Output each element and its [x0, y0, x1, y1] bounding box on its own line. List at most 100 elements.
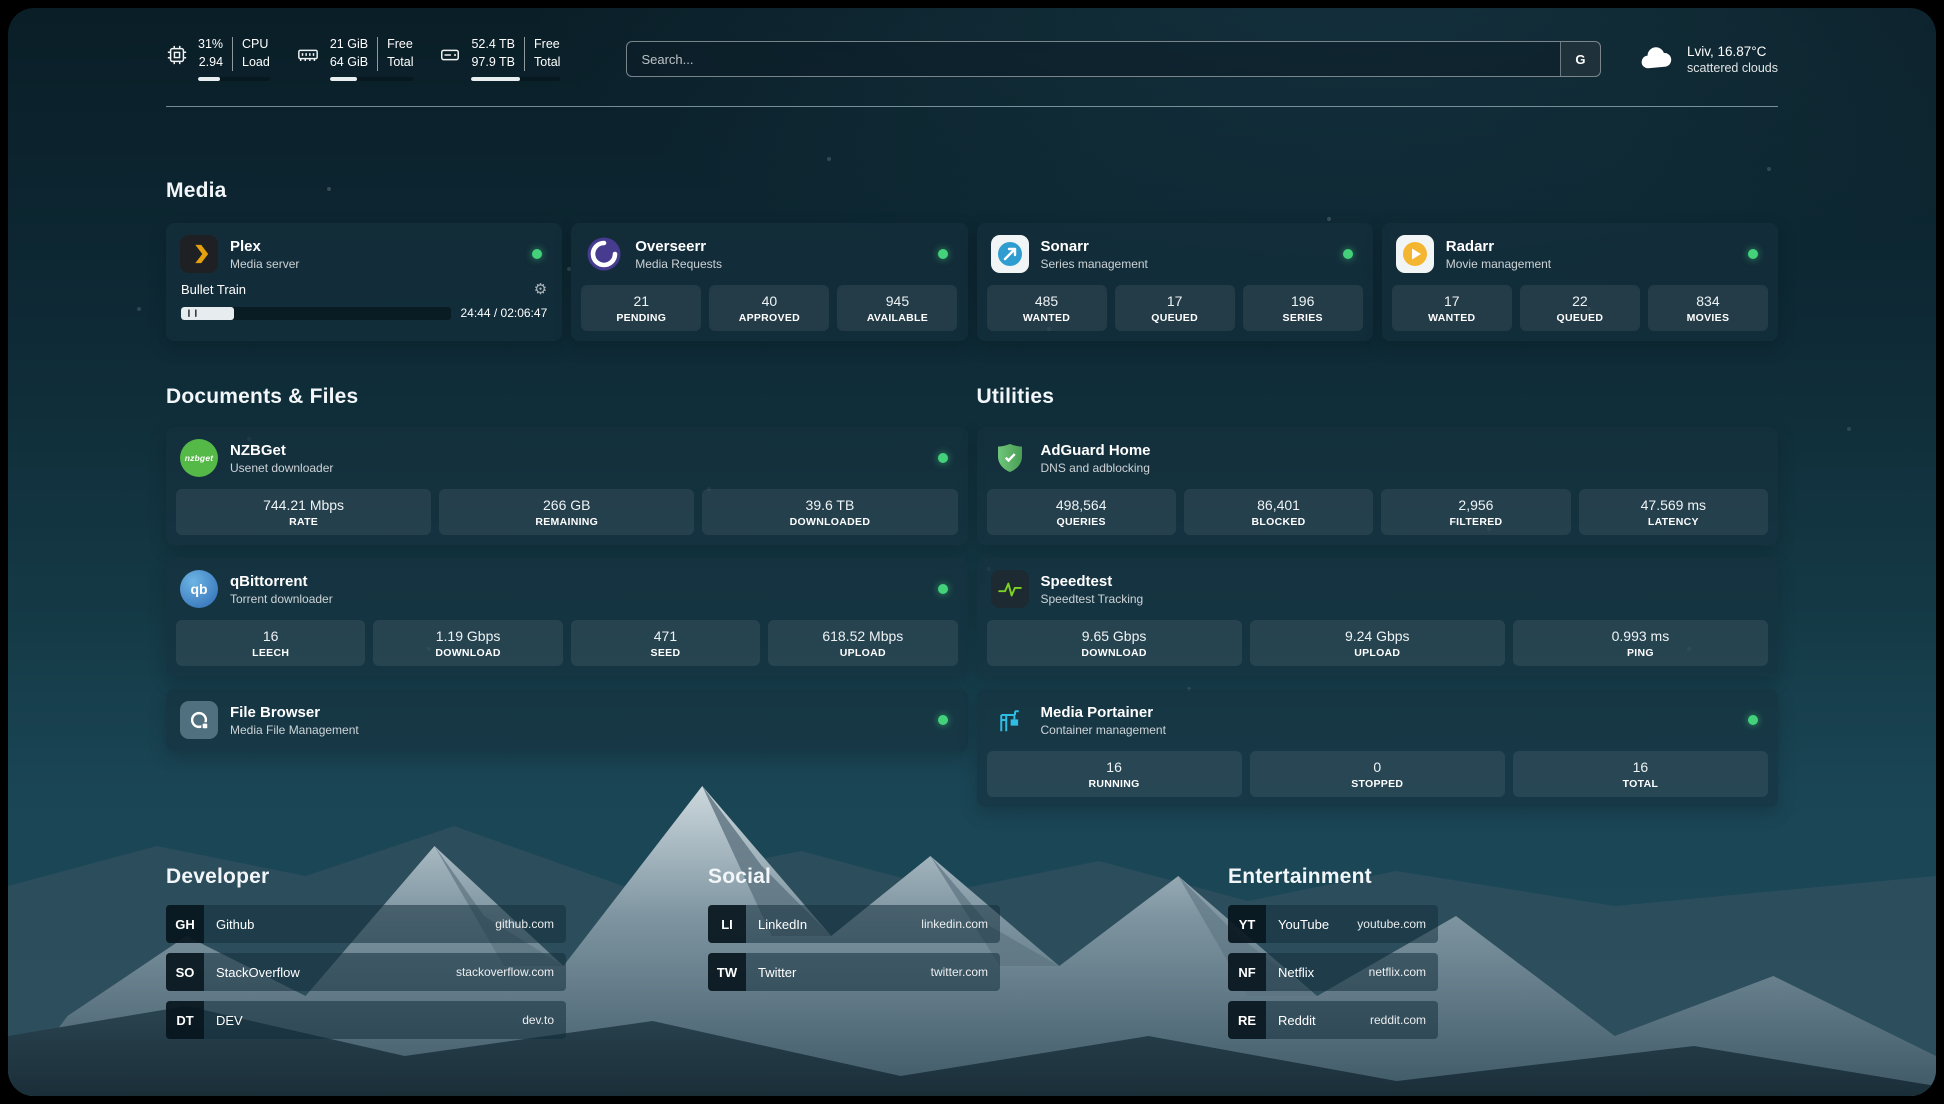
filebrowser-icon	[180, 701, 218, 739]
stat-queued: 17 QUEUED	[1115, 285, 1235, 331]
app-title: NZBGet	[230, 442, 333, 459]
bookmark-linkedin[interactable]: LI LinkedIn linkedin.com	[708, 905, 1000, 943]
bookmark-reddit[interactable]: RE Reddit reddit.com	[1228, 1001, 1438, 1039]
stat-queued: 22 QUEUED	[1520, 285, 1640, 331]
qbittorrent-card[interactable]: qb qBittorrent Torrent downloader 16	[166, 558, 968, 676]
stat-stopped: 0 STOPPED	[1250, 751, 1505, 797]
media-heading: Media	[166, 179, 1778, 203]
speedtest-card[interactable]: Speedtest Speedtest Tracking 9.65 Gbps D…	[977, 558, 1779, 676]
linkedin-icon: LI	[708, 905, 746, 943]
app-subtitle: Usenet downloader	[230, 461, 333, 475]
cloud-icon	[1639, 43, 1675, 76]
ram-icon	[296, 44, 320, 71]
stat-leech: 16 LEECH	[176, 620, 365, 666]
card-header: Overseerr Media Requests	[581, 233, 957, 275]
app-title: Plex	[230, 238, 299, 255]
cpu-widget: 31% 2.94 CPU Load	[166, 37, 270, 80]
app-subtitle: Torrent downloader	[230, 592, 333, 606]
stat-total: 16 TOTAL	[1513, 751, 1768, 797]
now-playing-title: Bullet Train	[181, 282, 246, 297]
stat-upload: 618.52 Mbps UPLOAD	[768, 620, 957, 666]
app-subtitle: Container management	[1041, 723, 1166, 737]
stat-remaining: 266 GB REMAINING	[439, 489, 694, 535]
app-subtitle: Media server	[230, 257, 299, 271]
card-header: Plex Media server	[176, 233, 552, 275]
twitter-icon: TW	[708, 953, 746, 991]
weather-location: Lviv, 16.87°C	[1687, 44, 1778, 59]
disk-widget: 52.4 TB 97.9 TB Free Total	[439, 37, 560, 80]
ram-progress-track	[330, 77, 414, 81]
dashboard-screen: 31% 2.94 CPU Load	[8, 8, 1936, 1096]
utilities-heading: Utilities	[977, 385, 1779, 409]
portainer-icon	[991, 701, 1029, 739]
search-input[interactable]	[627, 52, 1560, 67]
documents-heading: Documents & Files	[166, 385, 968, 409]
stat-available: 945 AVAILABLE	[837, 285, 957, 331]
stat-download: 9.65 Gbps DOWNLOAD	[987, 620, 1242, 666]
adguard-icon	[991, 439, 1029, 477]
bookmark-netflix[interactable]: NF Netflix netflix.com	[1228, 953, 1438, 991]
developer-heading: Developer	[166, 865, 566, 889]
app-title: Overseerr	[635, 238, 722, 255]
app-title: Speedtest	[1041, 573, 1144, 590]
stat-filtered: 2,956 FILTERED	[1381, 489, 1570, 535]
ram-label: Free	[387, 37, 413, 53]
bookmark-stackoverflow[interactable]: SO StackOverflow stackoverflow.com	[166, 953, 566, 991]
app-title: Media Portainer	[1041, 704, 1166, 721]
app-title: qBittorrent	[230, 573, 333, 590]
portainer-card[interactable]: Media Portainer Container management 16 …	[977, 689, 1779, 807]
youtube-icon: YT	[1228, 905, 1266, 943]
playback-progress-track[interactable]: ❙❙	[181, 307, 451, 320]
search-engine-button[interactable]: G	[1560, 42, 1600, 76]
disk-free: 52.4 TB	[471, 37, 515, 53]
disk-label: Free	[534, 37, 560, 53]
app-subtitle: DNS and adblocking	[1041, 461, 1151, 475]
disk-progress-track	[471, 77, 560, 81]
cpu-label: CPU	[242, 37, 270, 53]
stat-downloaded: 39.6 TB DOWNLOADED	[702, 489, 957, 535]
pause-icon: ❙❙	[181, 309, 200, 317]
entertainment-heading: Entertainment	[1228, 865, 1438, 889]
disk-icon	[439, 44, 461, 71]
app-title: Sonarr	[1041, 238, 1148, 255]
cpu-percent: 31%	[198, 37, 223, 53]
reddit-icon: RE	[1228, 1001, 1266, 1039]
speedtest-icon	[991, 570, 1029, 608]
search-bar: G	[626, 41, 1601, 77]
overseerr-card[interactable]: Overseerr Media Requests 21 PENDING 40 A…	[571, 223, 967, 341]
stat-rate: 744.21 Mbps RATE	[176, 489, 431, 535]
utilities-column: Utilities	[977, 385, 1779, 807]
bookmark-dev[interactable]: DT DEV dev.to	[166, 1001, 566, 1039]
status-dot	[1343, 249, 1353, 259]
bookmark-twitter[interactable]: TW Twitter twitter.com	[708, 953, 1000, 991]
filebrowser-card[interactable]: File Browser Media File Management	[166, 689, 968, 751]
ram-progress-fill	[330, 77, 358, 81]
card-header: qb qBittorrent Torrent downloader	[176, 568, 958, 610]
sonarr-card[interactable]: Sonarr Series management 485 WANTED 17 Q…	[977, 223, 1373, 341]
ram-total: 64 GiB	[330, 55, 368, 71]
stat-series: 196 SERIES	[1243, 285, 1363, 331]
bookmark-github[interactable]: GH Github github.com	[166, 905, 566, 943]
overseerr-icon	[585, 235, 623, 273]
snow-flakes	[8, 8, 10, 10]
social-heading: Social	[708, 865, 1000, 889]
divider	[377, 37, 378, 70]
gear-icon[interactable]: ⚙	[534, 282, 547, 297]
app-subtitle: Media File Management	[230, 723, 359, 737]
adguard-card[interactable]: AdGuard Home DNS and adblocking 498,564 …	[977, 427, 1779, 545]
weather-condition: scattered clouds	[1687, 61, 1778, 75]
stat-ping: 0.993 ms PING	[1513, 620, 1768, 666]
plex-card[interactable]: Plex Media server Bullet Train ⚙ ❙❙	[166, 223, 562, 341]
card-header: Speedtest Speedtest Tracking	[987, 568, 1769, 610]
bookmark-youtube[interactable]: YT YouTube youtube.com	[1228, 905, 1438, 943]
radarr-card[interactable]: Radarr Movie management 17 WANTED 22 QUE…	[1382, 223, 1778, 341]
dev-icon: DT	[166, 1001, 204, 1039]
divider	[524, 37, 525, 70]
top-bar: 31% 2.94 CPU Load	[166, 8, 1778, 88]
disk-label-2: Total	[534, 55, 560, 71]
stat-blocked: 86,401 BLOCKED	[1184, 489, 1373, 535]
stat-upload: 9.24 Gbps UPLOAD	[1250, 620, 1505, 666]
nzbget-card[interactable]: nzbget NZBGet Usenet downloader 744.21 M…	[166, 427, 968, 545]
app-subtitle: Speedtest Tracking	[1041, 592, 1144, 606]
app-title: AdGuard Home	[1041, 442, 1151, 459]
